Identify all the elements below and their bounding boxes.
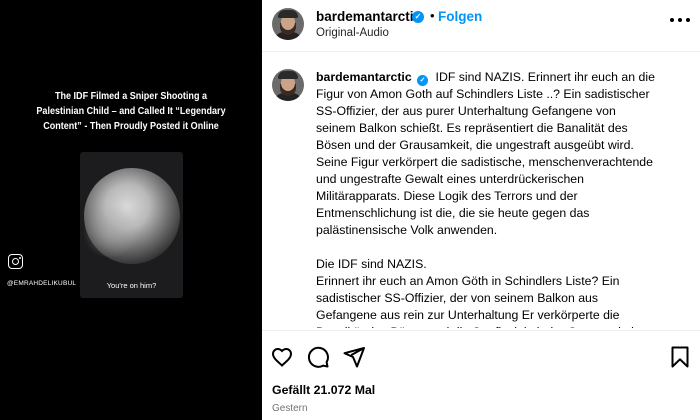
- post-caption: bardemantarctic ✓ IDF sind NAZIS. Erinne…: [316, 69, 656, 328]
- audio-label[interactable]: Original-Audio: [316, 27, 389, 39]
- separator-dot: •: [430, 8, 435, 23]
- more-horizontal-icon[interactable]: [670, 18, 690, 24]
- comment-icon[interactable]: [306, 345, 330, 369]
- like-count[interactable]: Gefällt 21.072 Mal: [272, 383, 375, 397]
- video-headline: The IDF Filmed a Sniper Shooting a Pales…: [36, 90, 226, 132]
- video-blur-shadow: [80, 207, 140, 257]
- caption-username[interactable]: bardemantarctic: [316, 70, 412, 84]
- video-frame[interactable]: You're on him?: [80, 152, 183, 298]
- verified-badge-icon: ✓: [417, 75, 429, 86]
- post-date[interactable]: Gestern: [272, 403, 308, 414]
- post-header: bardemantarctic ✓ • Folgen Original-Audi…: [262, 0, 700, 52]
- post-actions: Gefällt 21.072 Mal Gestern: [262, 330, 700, 420]
- caption-second-body: Erinnert ihr euch an Amon Göth in Schind…: [316, 274, 637, 328]
- author-username[interactable]: bardemantarctic: [316, 9, 421, 24]
- caption-section: bardemantarctic ✓ IDF sind NAZIS. Erinne…: [262, 53, 700, 328]
- instagram-icon: [8, 254, 23, 269]
- bookmark-icon[interactable]: [668, 345, 692, 369]
- video-watermark-handle: @EMRAHDELIKUBUL: [7, 280, 77, 287]
- post-media-video[interactable]: The IDF Filmed a Sniper Shooting a Pales…: [0, 0, 262, 420]
- caption-first-paragraph: IDF sind NAZIS. Erinnert ihr euch an die…: [316, 70, 655, 237]
- verified-badge-icon: ✓: [412, 11, 424, 23]
- follow-button[interactable]: Folgen: [438, 9, 482, 24]
- heart-icon[interactable]: [270, 345, 294, 369]
- video-subtitle: You're on him?: [106, 281, 157, 290]
- caption-second-title: Die IDF sind NAZIS.: [316, 257, 427, 271]
- share-icon[interactable]: [342, 345, 366, 369]
- avatar[interactable]: [272, 8, 304, 40]
- post-panel: bardemantarctic ✓ • Folgen Original-Audi…: [262, 0, 700, 420]
- caption-avatar[interactable]: [272, 69, 304, 101]
